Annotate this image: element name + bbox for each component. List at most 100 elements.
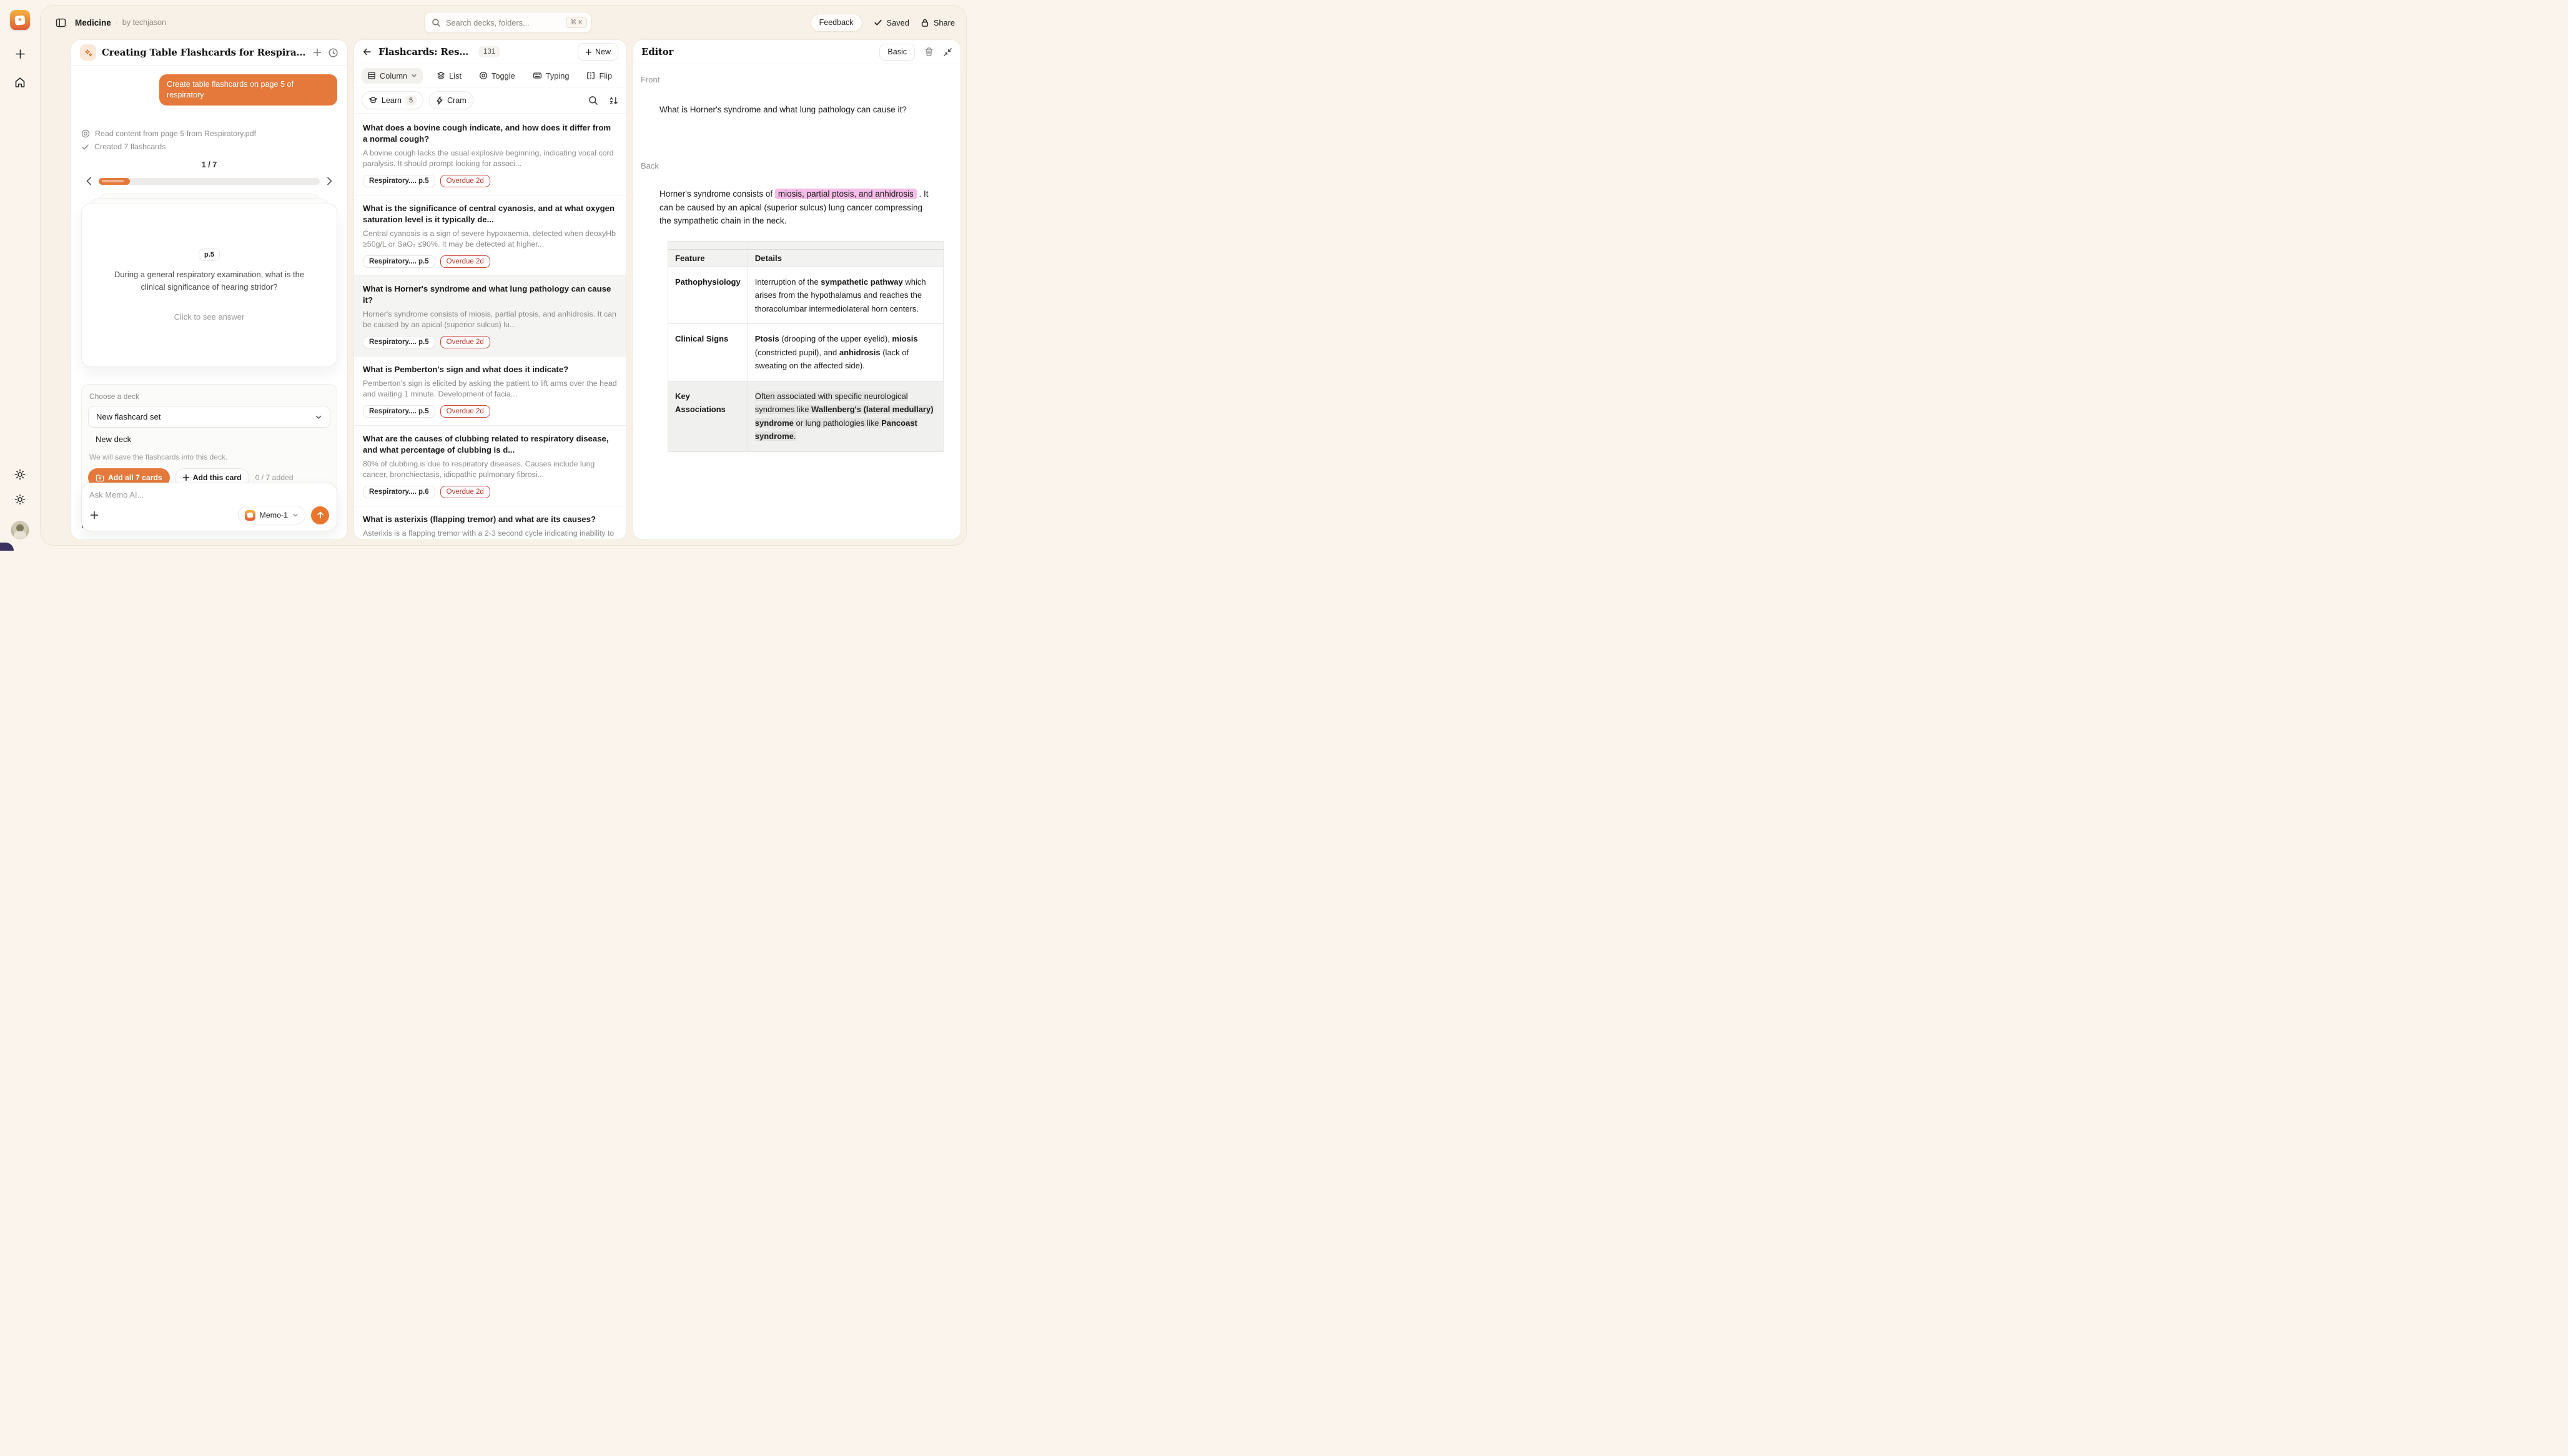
table-row[interactable]: Key Associations Often associated with s…: [668, 381, 944, 451]
flashcard-preview[interactable]: p.5 During a general respiratory examina…: [81, 203, 337, 367]
deck-page-tag: Respiratory.... p.5: [363, 405, 435, 418]
agent-step-read: Read content from page 5 from Respirator…: [81, 129, 337, 138]
toggle-target-icon: [479, 71, 488, 80]
sidebar-toggle-icon[interactable]: [56, 17, 66, 28]
chat-panel: Creating Table Flashcards for Respirator…: [71, 39, 348, 540]
back-text[interactable]: Horner's syndrome consists of miosis, pa…: [659, 187, 934, 228]
theme-sun-icon[interactable]: [10, 489, 30, 509]
sort-icon[interactable]: [609, 96, 619, 106]
keyboard-icon: [533, 71, 542, 80]
table-row[interactable]: Clinical Signs Ptosis (drooping of the u…: [668, 324, 944, 381]
flashcard-list-item[interactable]: What does a bovine cough indicate, and h…: [354, 115, 626, 195]
main-shell: Medicine · by techjason ⌘ K Feedback Sav…: [40, 5, 967, 546]
tab-flip[interactable]: Flip: [583, 68, 616, 84]
sparkle-icon: [80, 44, 96, 61]
graduation-cap-icon: [368, 96, 378, 104]
learn-button[interactable]: Learn 5: [362, 91, 423, 109]
workspace-title[interactable]: Medicine: [75, 18, 111, 27]
new-chat-plus-icon[interactable]: [312, 47, 322, 57]
flashcards-list-panel: Flashcards: Respir... 131 New Column Lis…: [353, 39, 627, 540]
deck-page-tag: Respiratory.... p.6: [363, 486, 435, 498]
model-name: Memo-1: [260, 511, 288, 519]
chat-title: Creating Table Flashcards for Respirator…: [102, 47, 307, 58]
search-input[interactable]: [446, 18, 566, 27]
table-feature-cell[interactable]: Clinical Signs: [668, 324, 748, 381]
tab-toggle[interactable]: Toggle: [475, 68, 519, 84]
flashcard-list-item[interactable]: What is the significance of central cyan…: [354, 195, 626, 276]
feedback-button[interactable]: Feedback: [811, 14, 862, 32]
table-header-row[interactable]: Feature Details: [668, 249, 944, 267]
attach-plus-icon[interactable]: [89, 510, 99, 520]
target-icon: [81, 129, 90, 138]
plus-icon: [585, 49, 592, 56]
column-view-icon: [367, 71, 376, 80]
new-card-button[interactable]: New: [578, 43, 618, 61]
deck-chooser-label: Choose a deck: [88, 392, 330, 401]
tab-typing[interactable]: Typing: [529, 68, 573, 84]
model-selector[interactable]: Memo-1: [238, 506, 305, 524]
cram-button[interactable]: Cram: [429, 91, 473, 109]
table-row[interactable]: Pathophysiology Interruption of the symp…: [668, 267, 944, 324]
collapse-panel-icon[interactable]: [943, 47, 952, 57]
editor-body[interactable]: Front What is Horner's syndrome and what…: [633, 64, 961, 539]
layers-icon: [437, 71, 445, 80]
tab-column[interactable]: Column: [362, 68, 423, 84]
deck-page-tag: Respiratory.... p.5: [363, 255, 435, 268]
trash-icon[interactable]: [924, 47, 934, 57]
ask-ai-input-box[interactable]: Memo-1: [81, 483, 337, 531]
list-header: Flashcards: Respir... 131 New: [354, 40, 626, 64]
editor-header: Editor Basic: [633, 40, 961, 64]
prev-chevron-icon[interactable]: [85, 176, 93, 186]
global-search[interactable]: ⌘ K: [424, 12, 591, 33]
card-pager: [81, 176, 337, 186]
history-clock-icon[interactable]: [328, 47, 338, 58]
deck-select[interactable]: New flashcard set: [88, 406, 330, 428]
search-cards-icon[interactable]: [588, 96, 598, 106]
table-details-cell[interactable]: Interruption of the sympathetic pathway …: [748, 267, 943, 324]
table-handle-row[interactable]: [668, 241, 944, 249]
table-details-cell[interactable]: Ptosis (drooping of the upper eyelid), m…: [748, 324, 943, 381]
share-button[interactable]: Share: [921, 18, 955, 27]
deck-option-new[interactable]: New deck: [88, 428, 330, 445]
workspace-byline: by techjason: [122, 18, 166, 27]
settings-gear-icon[interactable]: [10, 465, 30, 485]
table-header-feature: Feature: [668, 249, 748, 267]
ask-ai-input[interactable]: [89, 490, 329, 499]
answer-table[interactable]: Feature Details Pathophysiology Interrup…: [668, 241, 944, 452]
table-feature-cell[interactable]: Pathophysiology: [668, 267, 748, 324]
card-type-button[interactable]: Basic: [879, 44, 915, 61]
flashcard-question: What is Horner's syndrome and what lung …: [363, 283, 618, 306]
flashcard-answer-snippet: Horner's syndrome consists of miosis, pa…: [363, 309, 618, 330]
flashcards-list[interactable]: What does a bovine cough indicate, and h…: [354, 115, 626, 539]
user-avatar[interactable]: [11, 521, 29, 539]
flashcard-question: What does a bovine cough indicate, and h…: [363, 122, 618, 145]
search-icon: [432, 18, 441, 27]
chevron-down-icon: [315, 413, 322, 421]
flashcard-question: What is Pemberton's sign and what does i…: [363, 364, 618, 375]
table-header-details: Details: [748, 249, 943, 267]
flashcard-list-item[interactable]: What are the causes of clubbing related …: [354, 426, 626, 506]
flashcard-list-item[interactable]: What is Horner's syndrome and what lung …: [354, 276, 626, 357]
tab-list[interactable]: List: [433, 68, 465, 84]
send-button[interactable]: [311, 506, 329, 524]
flip-icon: [586, 71, 595, 80]
next-chevron-icon[interactable]: [325, 176, 333, 186]
table-feature-cell[interactable]: Key Associations: [668, 381, 748, 451]
progress-bar[interactable]: [99, 178, 320, 185]
app-logo[interactable]: ✦: [10, 10, 30, 30]
deck-page-tag: Respiratory.... p.5: [363, 175, 435, 187]
page-badge: p.5: [199, 248, 220, 261]
table-details-cell[interactable]: Often associated with specific neurologi…: [748, 381, 943, 451]
front-text[interactable]: What is Horner's syndrome and what lung …: [659, 105, 961, 114]
flashcard-list-item[interactable]: What is Pemberton's sign and what does i…: [354, 357, 626, 426]
new-plus-icon[interactable]: [10, 44, 30, 64]
overdue-badge: Overdue 2d: [440, 336, 490, 348]
flashcard-list-item[interactable]: What is asterixis (flapping tremor) and …: [354, 506, 626, 539]
home-icon[interactable]: [10, 72, 30, 92]
preview-question: During a general respiratory examination…: [106, 268, 313, 293]
search-shortcut-badge: ⌘ K: [566, 17, 587, 29]
flashcard-answer-snippet: Central cyanosis is a sign of severe hyp…: [363, 229, 618, 250]
editor-panel: Editor Basic Front What is Horner's synd…: [633, 39, 961, 540]
top-bar: Medicine · by techjason ⌘ K Feedback Sav…: [41, 6, 966, 39]
back-arrow-icon[interactable]: [362, 47, 372, 57]
